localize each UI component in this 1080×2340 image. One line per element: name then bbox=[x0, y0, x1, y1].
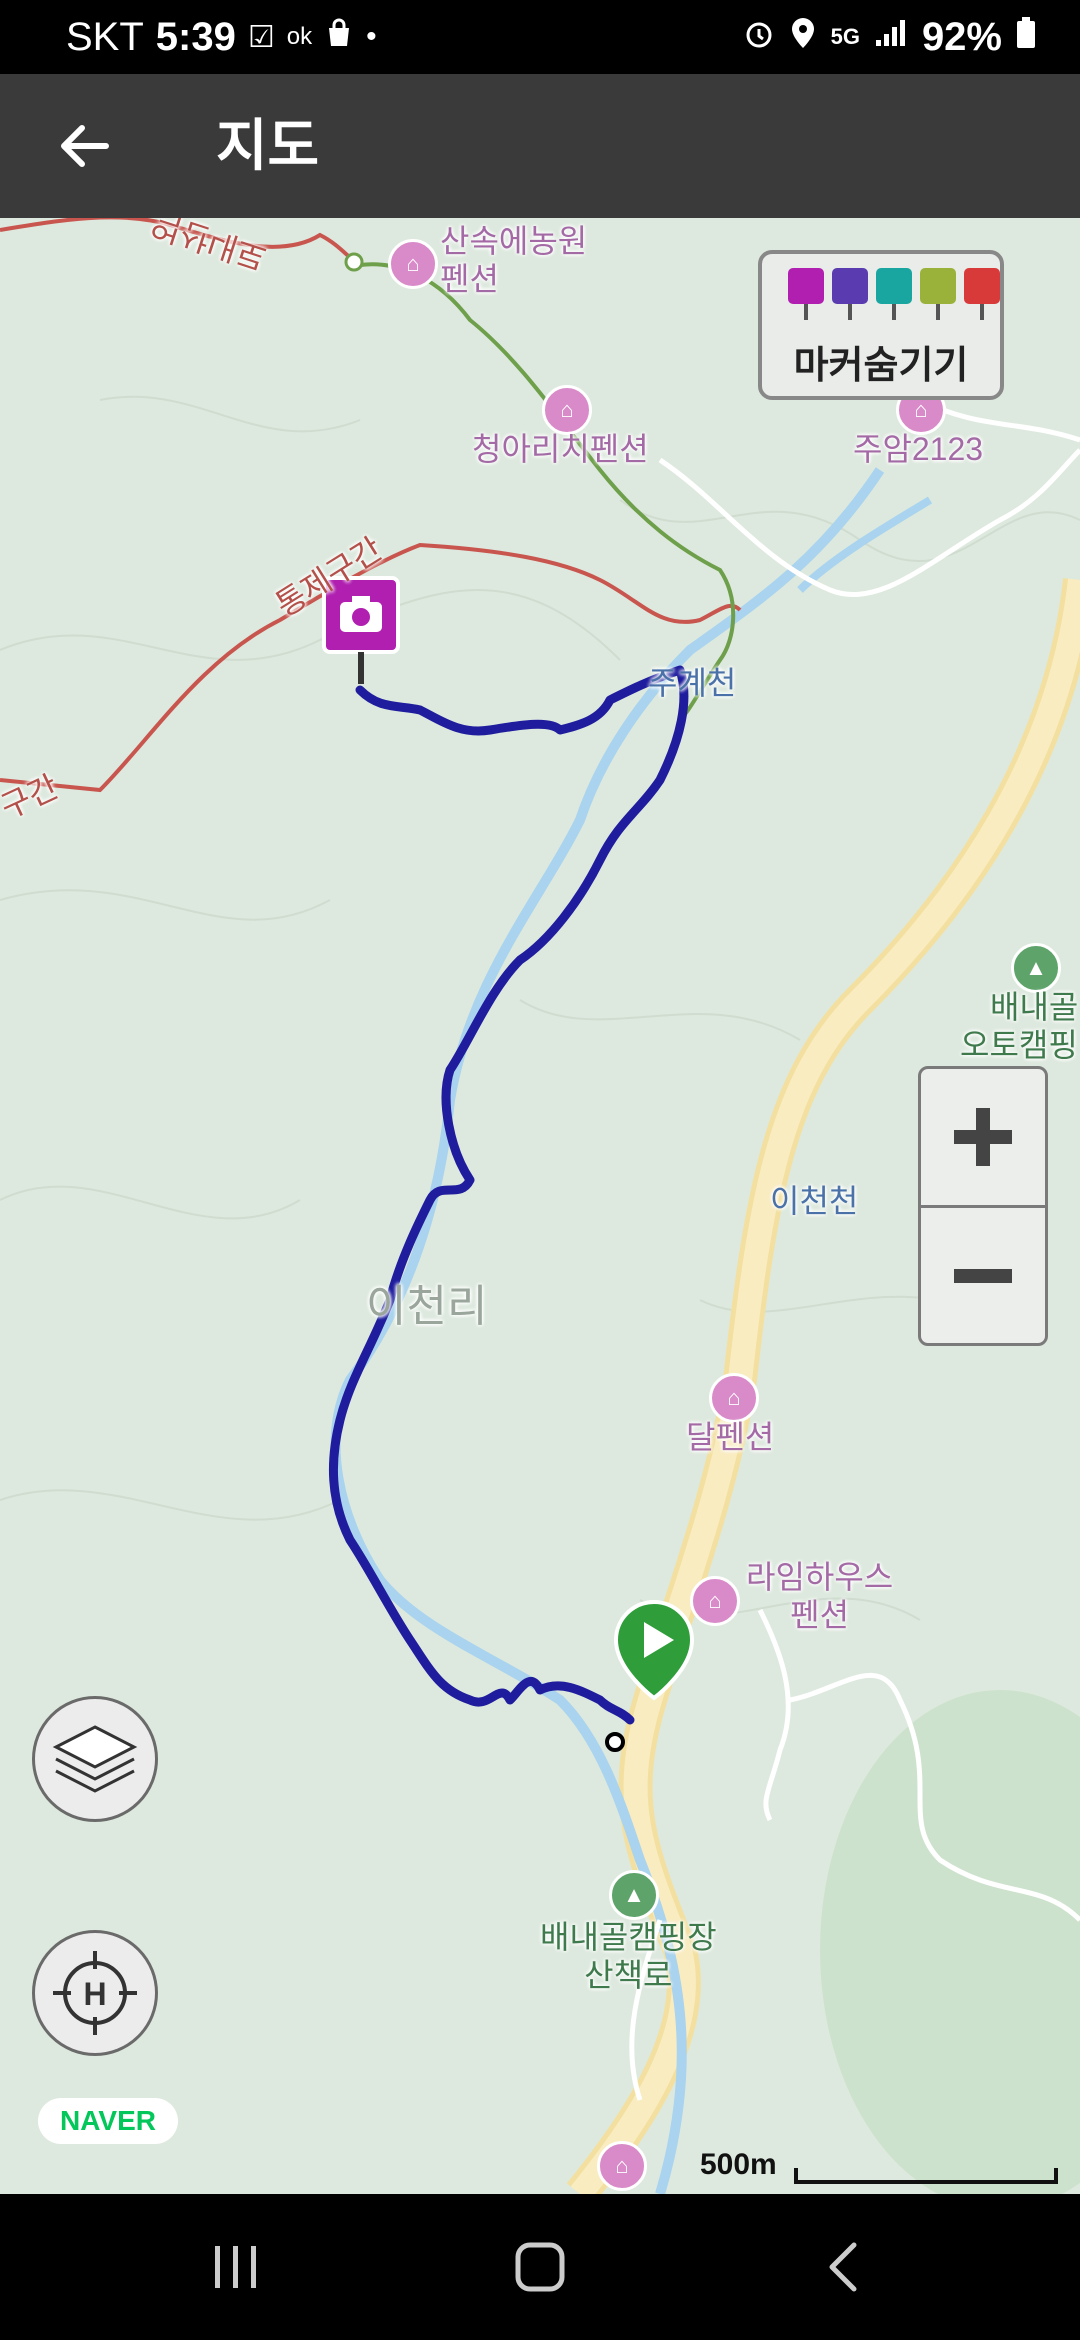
map-label-juam: 주암2123 bbox=[853, 431, 984, 467]
clock: 5:39 bbox=[155, 14, 236, 59]
label-line: 라임하우스 bbox=[746, 1559, 894, 1595]
camera-marker-icon bbox=[788, 268, 824, 320]
page-title: 지도 bbox=[216, 114, 320, 177]
lodging-poi-icon[interactable]: ⌂ bbox=[388, 239, 438, 289]
memo-marker-icon bbox=[876, 268, 912, 320]
alarm-icon bbox=[743, 17, 775, 57]
map-label-sansok: 산속에농원 펜션 bbox=[440, 222, 587, 298]
minus-icon bbox=[954, 1269, 1012, 1283]
signal-icon bbox=[874, 18, 908, 56]
label-line: 오토캠핑 bbox=[960, 1027, 1078, 1063]
map-label-icheonri: 이천리 bbox=[366, 1282, 488, 1331]
home-location-button[interactable]: H bbox=[32, 1930, 158, 2056]
home-location-icon: H bbox=[53, 1951, 137, 2035]
label-line: 펜션 bbox=[790, 1597, 850, 1633]
carrier-label: SKT bbox=[66, 14, 144, 59]
check-icon: ☑ bbox=[247, 20, 275, 54]
status-left: SKT 5:39 ☑ ok • bbox=[66, 0, 377, 74]
note-marker-icon bbox=[920, 268, 956, 320]
marker-hide-button[interactable]: 마커숨기기 bbox=[758, 250, 1004, 400]
map-label-icheoncheon: 이천천 bbox=[770, 1183, 859, 1219]
recent-apps-button[interactable] bbox=[156, 2194, 316, 2340]
label-line: 펜션 bbox=[440, 261, 499, 297]
camping-poi-icon[interactable]: ▲ bbox=[609, 1870, 659, 1920]
5g-icon: 5G bbox=[830, 24, 860, 49]
lodging-poi-icon[interactable]: ⌂ bbox=[690, 1576, 740, 1626]
plus-icon bbox=[954, 1108, 1012, 1166]
video-marker-icon bbox=[832, 268, 868, 320]
map-label-baenaegol-auto: 배내골 오토캠핑 bbox=[960, 988, 1078, 1064]
label-line: 배내골 bbox=[990, 989, 1079, 1025]
lodging-poi-icon[interactable]: ⌂ bbox=[597, 2141, 647, 2191]
lodging-poi-icon[interactable]: ⌂ bbox=[709, 1373, 759, 1423]
map-label-dal: 달펜션 bbox=[686, 1419, 775, 1455]
map-label-cheongari: 청아리치펜션 bbox=[472, 431, 649, 467]
map-label-camping-trail: 배내골캠핑장 산책로 bbox=[540, 1918, 717, 1994]
layers-icon bbox=[52, 1725, 138, 1793]
location-icon bbox=[789, 16, 817, 58]
battery-icon bbox=[1016, 17, 1036, 57]
status-right: 5G 92% bbox=[743, 0, 1036, 74]
svg-text:H: H bbox=[83, 1976, 106, 2012]
ok-icon: ok bbox=[286, 23, 313, 50]
navigation-bar bbox=[0, 2194, 1080, 2340]
gps-track bbox=[328, 665, 689, 1725]
forest-area bbox=[820, 1690, 1080, 2194]
label-line: 산책로 bbox=[584, 1957, 673, 1993]
naver-logo: NAVER bbox=[38, 2098, 178, 2144]
home-icon bbox=[515, 2242, 565, 2292]
map-label-laim: 라임하우스 펜션 bbox=[746, 1558, 893, 1634]
back-nav-button[interactable] bbox=[762, 2194, 922, 2340]
back-icon bbox=[829, 2242, 857, 2292]
layers-button[interactable] bbox=[32, 1696, 158, 1822]
home-button[interactable] bbox=[460, 2194, 620, 2340]
status-bar: SKT 5:39 ☑ ok • 5G 92% bbox=[0, 0, 1080, 74]
back-button[interactable] bbox=[44, 104, 124, 188]
label-line: 배내골캠핑장 bbox=[540, 1919, 717, 1955]
camping-poi-icon[interactable]: ▲ bbox=[1011, 943, 1061, 993]
app-bar: 지도 bbox=[0, 74, 1080, 218]
scale-label: 500m bbox=[700, 2148, 777, 2181]
label-line: 산속에농원 bbox=[440, 223, 588, 259]
shopping-bag-icon bbox=[324, 18, 354, 56]
lodging-poi-icon[interactable]: ⌂ bbox=[542, 385, 592, 435]
green-trail bbox=[359, 262, 736, 722]
flag-marker-icon bbox=[964, 268, 1000, 320]
arrow-left-icon bbox=[61, 125, 109, 167]
map-view[interactable]: ⌂ ⌂ ⌂ ⌂ ⌂ ⌂ ▲ ▲ 산속에농원 펜션 청아리치펜션 주암2123 주… bbox=[0, 218, 1080, 2194]
marker-icons bbox=[788, 268, 1000, 320]
battery-percent: 92% bbox=[921, 14, 1002, 59]
dot-icon: • bbox=[366, 20, 377, 53]
zoom-out-button[interactable] bbox=[921, 1208, 1045, 1344]
marker-hide-label: 마커숨기기 bbox=[793, 345, 969, 387]
map-label-jugyecheon: 주계천 bbox=[648, 665, 737, 701]
contour-lines bbox=[0, 395, 1080, 1621]
trail-node bbox=[344, 252, 364, 272]
zoom-control bbox=[918, 1066, 1048, 1346]
scale-bar bbox=[794, 2168, 1058, 2184]
zoom-in-button[interactable] bbox=[921, 1069, 1045, 1205]
recent-apps-icon bbox=[215, 2246, 256, 2288]
